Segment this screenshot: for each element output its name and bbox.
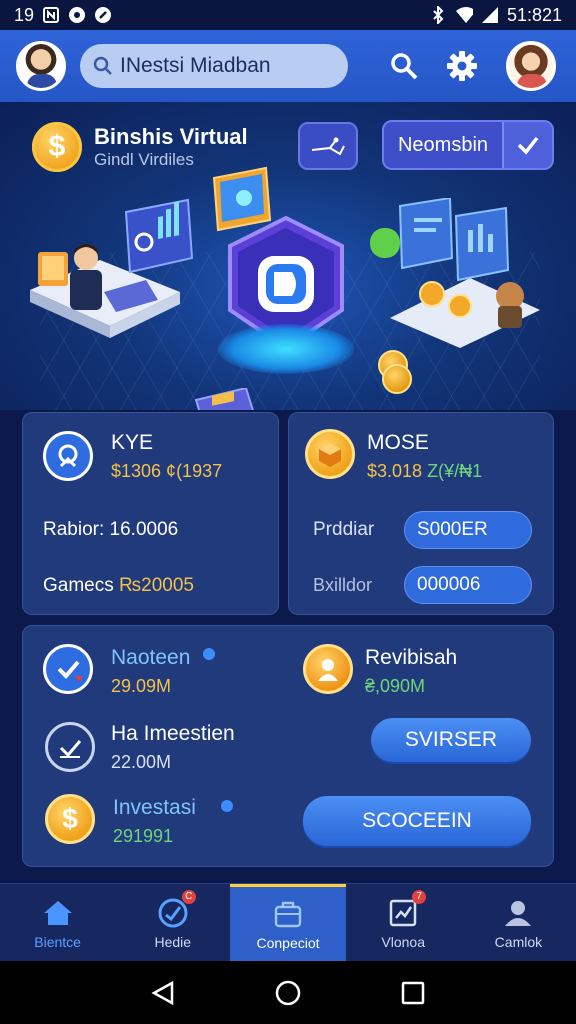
notification-icon — [42, 6, 60, 24]
home-button[interactable] — [268, 973, 308, 1013]
glow-platform — [218, 324, 354, 374]
kyc-row-1: Rabior: 16.0006 — [43, 519, 179, 540]
share-button[interactable] — [298, 122, 358, 170]
checkmark-badge-icon — [43, 644, 93, 694]
nav-label: Bientce — [34, 933, 81, 950]
share-icon — [311, 137, 345, 156]
item3-title: Ha Imeestien — [111, 722, 235, 745]
system-nav-bar — [0, 961, 576, 1024]
connect-button[interactable]: Neomsbin — [382, 120, 554, 170]
nav-label: Conpeciot — [256, 935, 320, 951]
verify-search-icon — [43, 431, 93, 481]
item4-value: 291991 — [113, 826, 174, 846]
nav-label: Camlok — [494, 933, 543, 950]
coin-stack-icon-2 — [382, 364, 412, 394]
item3-button[interactable]: SVIRSER — [371, 718, 531, 762]
recents-button[interactable] — [393, 973, 433, 1013]
item4-title: Investasi — [113, 796, 196, 819]
hero-banner: $ Binshis Virtual Gindl Virdiles Neomsbi… — [0, 102, 576, 410]
nav-badge: C — [181, 889, 196, 904]
kyc-row-2-label: Gamecs — [43, 575, 120, 596]
item3-value: 22.00M — [111, 752, 172, 772]
connect-label: Neomsbin — [397, 133, 489, 156]
card-device-illustration — [194, 388, 254, 410]
investment-panel: Naoteen 29.09M Revibisah ₴,090M Ha Imees… — [22, 625, 554, 867]
item2-value: ₴,090M — [365, 676, 426, 696]
item1-title: Naoteen — [111, 646, 191, 669]
chart-screen-illustration — [124, 198, 194, 274]
nav-badge: 7 — [412, 889, 427, 904]
info-dot-icon — [221, 800, 233, 812]
app-notification-icon — [68, 6, 86, 24]
kyc-card[interactable]: KYE $1306 ¢(1937 Rabior: 16.0006 Gamecs … — [22, 412, 279, 615]
status-time: 19 — [14, 4, 35, 25]
mose-amount-a: $3.018 — [367, 461, 428, 481]
home-circle-icon — [275, 980, 301, 1005]
signal-icon — [481, 6, 499, 24]
box-icon — [305, 429, 355, 479]
search-icon — [391, 53, 418, 80]
nav-item-home[interactable]: Bientce — [0, 884, 115, 961]
mose-amount: $3.018 Z(¥/₦1 — [367, 461, 482, 482]
search-text: INestsi Miadban — [120, 54, 271, 77]
search-icon — [93, 56, 112, 75]
kyc-row-2: Gamecs ₨20005 — [43, 575, 194, 597]
chart-icon: C — [156, 889, 196, 930]
nav-item-conpeciot[interactable]: Conpeciot — [230, 884, 346, 961]
brand-subtitle: Gindl Virdiles — [94, 150, 194, 169]
mose-row-1-button[interactable]: S000ER — [404, 511, 532, 549]
search-button[interactable] — [388, 50, 420, 82]
bottom-nav: Bientce C Hedie Conpeciot 7 Vlonoa Camlo… — [0, 883, 576, 961]
bluetooth-icon — [429, 6, 447, 24]
app-notification-icon-2 — [94, 6, 112, 24]
avatar[interactable] — [16, 41, 66, 91]
mose-row-2-field[interactable]: 000006 — [404, 566, 532, 604]
check-icon — [502, 122, 552, 168]
nav-label: Hedie — [154, 933, 192, 950]
brand-title: Binshis Virtual — [94, 124, 248, 149]
settings-button[interactable] — [446, 50, 478, 82]
mose-title: MOSE — [367, 431, 429, 454]
user-icon — [501, 896, 535, 930]
nav-item-camlok[interactable]: Camlok — [461, 884, 576, 961]
home-icon — [41, 896, 75, 930]
back-button[interactable] — [143, 973, 183, 1013]
user-coin-icon — [303, 644, 353, 694]
mose-amount-b: Z(¥/₦1 — [427, 461, 483, 481]
status-clock: 51:821 — [506, 4, 562, 25]
kyc-amount: $1306 ¢(1937 — [111, 461, 223, 481]
nav-item-hedie[interactable]: C Hedie — [115, 884, 230, 961]
kyc-row-2-value: ₨20005 — [119, 575, 194, 596]
status-bar: 19 51:821 — [0, 0, 576, 30]
dollar-coin-icon: $ — [45, 794, 95, 844]
briefcase-icon — [271, 897, 305, 931]
info-dot-icon — [203, 648, 215, 660]
kyc-title: KYE — [111, 431, 154, 454]
gear-icon — [447, 51, 477, 81]
dollar-coin-icon: $ — [32, 122, 82, 172]
nav-label: Vlonoa — [381, 933, 425, 950]
check-circle-icon — [45, 722, 95, 772]
back-triangle-icon — [151, 980, 173, 1005]
finance-screens-illustration — [370, 198, 540, 348]
mose-row-1-label: Prddiar — [313, 519, 375, 540]
item4-button[interactable]: SCOCEEIN — [303, 796, 531, 846]
item1-value: 29.09M — [111, 676, 172, 696]
recents-square-icon — [402, 981, 425, 1004]
search-input[interactable]: INestsi Miadban — [80, 44, 348, 88]
nav-item-vlonoa[interactable]: 7 Vlonoa — [346, 884, 461, 961]
app-header: INestsi Miadban — [0, 30, 576, 102]
wifi-icon — [455, 6, 473, 24]
item2-title: Revibisah — [365, 646, 458, 669]
mose-card[interactable]: MOSE $3.018 Z(¥/₦1 Prddiar S000ER Bxilld… — [288, 412, 554, 615]
mose-row-2-label: Bxilldor — [313, 575, 373, 595]
profile-avatar[interactable] — [506, 41, 556, 91]
graph-icon: 7 — [386, 889, 427, 930]
